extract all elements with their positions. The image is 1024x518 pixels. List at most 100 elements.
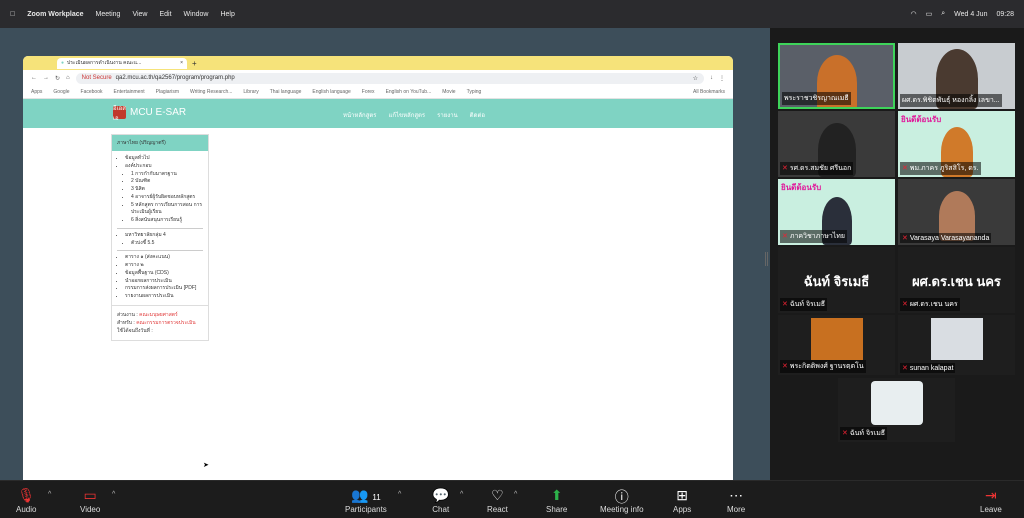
- bookmark-entertainment[interactable]: Entertainment: [114, 89, 145, 95]
- participant-tile[interactable]: ฉันท์ จิรเมธี ✕ ฉันท์ จิรเมธี: [778, 247, 895, 313]
- more-label: More: [727, 505, 746, 514]
- bookmark-plagiarism[interactable]: Plagiarism: [156, 89, 179, 95]
- link-comp-6[interactable]: 6 สิ่งสนับสนุนการเรียนรู้: [131, 217, 203, 225]
- browser-window: ● ประเมินผลการดำเนินงาน คณะแ... × + ← → …: [23, 56, 733, 485]
- participants-icon: 👥 11: [351, 487, 381, 503]
- participant-tile[interactable]: ยินดีต้อนรับ ✕ พม.ภาคร ภูริสสิโร, ดร.: [898, 111, 1015, 177]
- mic-muted-icon: ✕: [902, 365, 908, 372]
- link-comp-4[interactable]: 4 อาจารย์ผู้รับผิดชอบหลักสูตร: [131, 194, 203, 202]
- nav-home[interactable]: หน้าหลักสูตร: [343, 110, 376, 120]
- menu-help[interactable]: Help: [220, 11, 234, 18]
- participant-tile[interactable]: ✕ พระกิตติพงศ์ ฐานรตฺตโน: [778, 315, 895, 375]
- reload-icon[interactable]: ↻: [55, 75, 60, 82]
- audio-button[interactable]: 🎙 Audio: [16, 487, 36, 514]
- bookmark-typing[interactable]: Typing: [467, 89, 482, 95]
- meeting-info-button[interactable]: ⓘ Meeting info: [600, 487, 644, 514]
- bookmark-google[interactable]: Google: [53, 89, 69, 95]
- menu-meeting[interactable]: Meeting: [96, 11, 121, 18]
- mic-muted-icon: 🎙: [17, 487, 36, 503]
- link-indicator[interactable]: ตัวบ่งชี้ 5.5: [131, 240, 203, 248]
- bookmark-movie[interactable]: Movie: [442, 89, 455, 95]
- chat-button[interactable]: 💬 Chat: [432, 487, 449, 514]
- react-options-icon[interactable]: ^: [514, 491, 517, 498]
- audio-options-icon[interactable]: ^: [48, 491, 51, 498]
- bookmark-english[interactable]: English language: [312, 89, 350, 95]
- link-general[interactable]: ข้อมูลทั่วไป: [125, 155, 203, 163]
- address-bar: ← → ↻ ⌂ Not Secure qa2.mcu.ac.th/qa2567/…: [23, 70, 733, 86]
- download-icon[interactable]: ↓: [710, 75, 713, 81]
- nav-edit[interactable]: แก้ไขหลักสูตร: [388, 110, 425, 120]
- menu-view[interactable]: View: [132, 11, 147, 18]
- participant-big-name: ผศ.ดร.เชน นคร: [912, 274, 1001, 289]
- participant-tile[interactable]: ผศ.ดร.เชน นคร ✕ ผศ.ดร.เชน นคร: [898, 247, 1015, 313]
- menubar-time: 09:28: [996, 10, 1014, 18]
- menu-edit[interactable]: Edit: [159, 11, 171, 18]
- video-button[interactable]: ▭ Video: [80, 487, 100, 514]
- participants-button[interactable]: 👥 11 Participants: [345, 487, 387, 514]
- wifi-icon[interactable]: ◠: [910, 10, 916, 18]
- forward-icon[interactable]: →: [43, 75, 49, 81]
- participants-label: Participants: [345, 505, 387, 514]
- more-button[interactable]: ⋯ More: [727, 487, 745, 514]
- bookmark-writing[interactable]: Writing Research...: [190, 89, 232, 95]
- react-button[interactable]: ♡ React: [487, 487, 508, 514]
- link-comp-3[interactable]: 3 นิสิต: [131, 186, 203, 194]
- link-cds[interactable]: ข้อมูลพื้นฐาน (CDS): [125, 270, 203, 278]
- all-bookmarks[interactable]: All Bookmarks: [693, 89, 725, 95]
- search-icon[interactable]: ⌕: [941, 10, 945, 18]
- divider: [117, 250, 203, 252]
- menu-app-name[interactable]: Zoom Workplace: [27, 11, 83, 18]
- participant-tile[interactable]: ยินดีต้อนรับ ✕ ภาควิชาภาษาไทย: [778, 179, 895, 245]
- video-options-icon[interactable]: ^: [112, 491, 115, 498]
- home-icon[interactable]: ⌂: [66, 75, 70, 81]
- link-pdf[interactable]: กรรมการส่งผลการประเมิน [PDF]: [125, 285, 203, 293]
- share-button[interactable]: ⬆ Share: [546, 487, 567, 514]
- link-table-1[interactable]: ตาราง ๑ (ส่งคะแนน): [125, 254, 203, 262]
- link-comp-5[interactable]: 5 หลักสูตร การเรียนการสอน การประเมินผู้เ…: [131, 202, 203, 218]
- participant-tile[interactable]: ✕ sunan kalapat: [898, 315, 1015, 375]
- close-icon[interactable]: ×: [180, 60, 183, 66]
- battery-icon[interactable]: ▭: [926, 10, 933, 18]
- back-icon[interactable]: ←: [31, 75, 37, 81]
- participant-name-row: ✕ ผศ.ดร.เชน นคร: [900, 298, 960, 311]
- video-off-icon: ▭: [83, 487, 97, 503]
- share-screen-icon: ⬆: [550, 487, 563, 503]
- bookmark-forex[interactable]: Forex: [362, 89, 375, 95]
- participant-tile[interactable]: พระราชวชิรญาณเมธี: [778, 43, 895, 109]
- tab-favicon-icon: ●: [61, 60, 65, 66]
- menu-dots-icon[interactable]: ⋮: [719, 75, 725, 82]
- splitter-handle[interactable]: [765, 252, 768, 266]
- leave-button[interactable]: ⇥ Leave: [980, 487, 1002, 514]
- participants-options-icon[interactable]: ^: [398, 491, 401, 498]
- participant-name: sunan kalapat: [909, 365, 954, 372]
- link-report[interactable]: รายงานผลการประเมิน: [125, 293, 203, 301]
- url-input[interactable]: Not Secure qa2.mcu.ac.th/qa2567/program/…: [75, 72, 704, 84]
- logo-badge: อีเอสเอ: [113, 105, 126, 122]
- participant-tile[interactable]: ผศ.ดร.พิชิตพันธุ์ หองกลิ้ง เลขา...: [898, 43, 1015, 109]
- link-components[interactable]: องค์ประกอบ: [125, 163, 203, 171]
- nav-contact[interactable]: ติดต่อ: [470, 110, 485, 120]
- chat-options-icon[interactable]: ^: [460, 491, 463, 498]
- browser-tab[interactable]: ● ประเมินผลการดำเนินงาน คณะแ... ×: [57, 57, 187, 69]
- participant-tile[interactable]: ✕ ฉันท์ จิรเมธี: [838, 378, 955, 442]
- tab-title: ประเมินผลการดำเนินงาน คณะแ...: [67, 60, 142, 66]
- link-univ-group[interactable]: มหาวิทยาลัยกลุ่ม 4: [125, 232, 203, 240]
- bookmark-thai[interactable]: Thai language: [270, 89, 302, 95]
- nav-report[interactable]: รายงาน: [437, 110, 458, 120]
- link-comp-2[interactable]: 2 บัณฑิต: [131, 178, 203, 186]
- bookmark-facebook[interactable]: Facebook: [81, 89, 103, 95]
- participant-name-row: ✕ ฉันท์ จิรเมธี: [780, 298, 828, 311]
- bookmark-youtube[interactable]: English on YouTub...: [386, 89, 432, 95]
- link-table-2[interactable]: ตาราง ๒: [125, 262, 203, 270]
- new-tab-icon[interactable]: +: [192, 59, 197, 68]
- participant-tile[interactable]: ✕ รศ.ดร.สมชัย ศรีนอก: [778, 111, 895, 177]
- bookmark-apps[interactable]: Apps: [31, 89, 42, 95]
- menu-window[interactable]: Window: [184, 11, 209, 18]
- program-sidebar: ภาษาไทย (ปริญญาตรี) ข้อมูลทั่วไป องค์ประ…: [111, 134, 209, 341]
- participant-tile[interactable]: ✕ Varasaya Varasayananda: [898, 179, 1015, 245]
- apple-icon[interactable]: : [10, 11, 15, 18]
- apps-button[interactable]: ⊞ Apps: [673, 487, 691, 514]
- bookmark-library[interactable]: Library: [243, 89, 258, 95]
- star-icon[interactable]: ☆: [693, 75, 698, 82]
- site-logo[interactable]: อีเอสเอ MCU E-SAR: [113, 105, 186, 122]
